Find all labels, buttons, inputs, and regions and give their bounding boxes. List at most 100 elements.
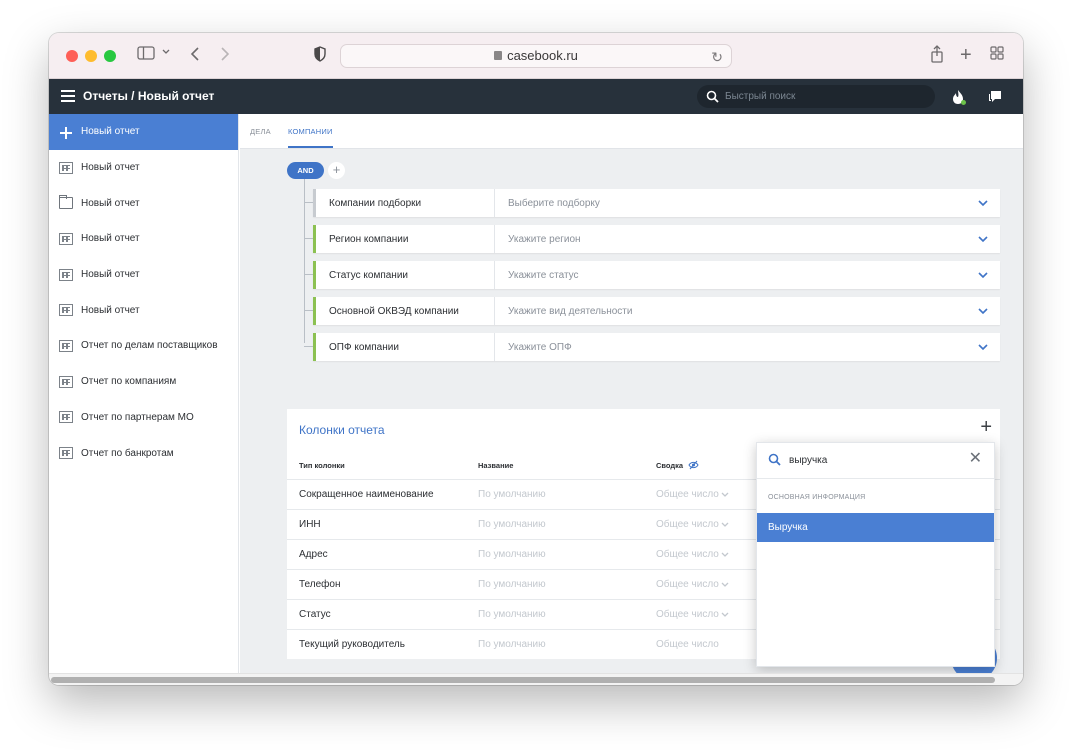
forward-icon[interactable]: [219, 45, 231, 63]
eye-off-icon[interactable]: [688, 460, 699, 470]
chevron-down-icon[interactable]: [978, 307, 988, 315]
chevron-down-icon[interactable]: [978, 343, 988, 351]
condition-select[interactable]: Выберите подборку: [508, 198, 600, 209]
sidebar: Новый отчет Новый отчет Новый отчет Новы…: [49, 114, 239, 673]
column-search-dropdown: ✕ Основная информация Выручка: [756, 442, 995, 667]
quick-search[interactable]: [697, 85, 935, 108]
new-tab-icon[interactable]: +: [960, 45, 972, 65]
sidebar-item-label: Новый отчет: [81, 233, 140, 245]
condition-row[interactable]: Статус компании Укажите статус: [304, 261, 1000, 289]
add-condition-button[interactable]: +: [328, 162, 345, 179]
browser-window: casebook.ru ↻ + Отчеты / Новый отчет Быс…: [49, 33, 1023, 685]
chevron-down-icon[interactable]: [721, 492, 729, 498]
column-summary-select[interactable]: Общее число: [656, 549, 719, 560]
chevron-down-icon[interactable]: [978, 235, 988, 243]
close-icon[interactable]: ✕: [969, 450, 982, 468]
column-summary-select[interactable]: Общее число: [656, 579, 719, 590]
column-name-input[interactable]: По умолчанию: [478, 639, 546, 650]
back-icon[interactable]: [189, 45, 201, 63]
column-header-name: Название: [478, 461, 514, 470]
chevron-down-icon[interactable]: [721, 522, 729, 528]
chevron-down-icon[interactable]: [721, 552, 729, 558]
column-name-input[interactable]: По умолчанию: [478, 489, 546, 500]
building-icon: [59, 339, 73, 352]
lock-icon: [494, 51, 503, 60]
sidebar-item-report[interactable]: Новый отчет: [49, 257, 238, 293]
building-icon: [59, 375, 73, 388]
sidebar-item-label: Новый отчет: [81, 304, 140, 316]
sidebar-item-label: Новый отчет: [81, 162, 140, 174]
sidebar-item-partners-report[interactable]: Отчет по партнерам МО: [49, 400, 238, 436]
condition-label: Основной ОКВЭД компании: [329, 306, 459, 317]
browser-toolbar: casebook.ru ↻ +: [49, 33, 1023, 79]
column-header-type: Тип колонки: [299, 461, 345, 470]
sidebar-toggle-icon[interactable]: [137, 45, 155, 61]
logic-operator-button[interactable]: AND: [287, 162, 324, 179]
sidebar-item-companies-report[interactable]: Отчет по компаниям: [49, 364, 238, 400]
maximize-window-button[interactable]: [104, 50, 116, 62]
condition-tree-line: [304, 179, 305, 343]
address-bar[interactable]: casebook.ru ↻: [340, 44, 732, 68]
building-icon: [59, 411, 73, 424]
condition-label: Статус компании: [329, 270, 408, 281]
column-type: ИНН: [299, 519, 321, 530]
main-content: Дела Компании AND + Компании подборки Вы…: [240, 114, 1023, 681]
column-summary-select[interactable]: Общее число: [656, 639, 719, 650]
chevron-down-icon[interactable]: [978, 199, 988, 207]
close-window-button[interactable]: [66, 50, 78, 62]
condition-row[interactable]: Основной ОКВЭД компании Укажите вид деят…: [304, 297, 1000, 325]
column-type: Адрес: [299, 549, 328, 560]
page-title: Отчеты / Новый отчет: [83, 89, 215, 103]
reload-icon[interactable]: ↻: [711, 46, 723, 68]
app-header: Отчеты / Новый отчет: [49, 79, 1023, 114]
sidebar-item-report[interactable]: Новый отчет: [49, 185, 238, 221]
scrollbar-thumb[interactable]: [51, 677, 995, 683]
building-icon: [59, 268, 73, 281]
plus-icon: [59, 126, 73, 139]
condition-select[interactable]: Укажите регион: [508, 234, 581, 245]
sidebar-item-label: Отчет по компаниям: [81, 376, 177, 388]
sidebar-item-report[interactable]: Новый отчет: [49, 150, 238, 186]
horizontal-scrollbar[interactable]: [49, 673, 1023, 685]
condition-select[interactable]: Укажите вид деятельности: [508, 306, 632, 317]
notifications-fire-icon[interactable]: [951, 88, 967, 106]
chevron-down-icon[interactable]: [978, 271, 988, 279]
minimize-window-button[interactable]: [85, 50, 97, 62]
column-summary-select[interactable]: Общее число: [656, 519, 719, 530]
condition-row[interactable]: Компании подборки Выберите подборку: [304, 189, 1000, 217]
condition-row[interactable]: Регион компании Укажите регион: [304, 225, 1000, 253]
shield-icon[interactable]: [313, 45, 327, 63]
condition-select[interactable]: Укажите ОПФ: [508, 342, 572, 353]
column-search-input[interactable]: [789, 450, 959, 470]
url-text: casebook.ru: [507, 48, 578, 63]
sidebar-item-new-report[interactable]: Новый отчет: [49, 114, 238, 150]
condition-label: ОПФ компании: [329, 342, 399, 353]
sidebar-item-bankrupts-report[interactable]: Отчет по банкротам: [49, 435, 238, 471]
menu-icon[interactable]: [61, 90, 75, 102]
chat-icon[interactable]: [987, 89, 1003, 104]
tab-companies[interactable]: Компании: [288, 127, 333, 148]
quick-search-input[interactable]: [725, 85, 925, 108]
sidebar-item-report[interactable]: Новый отчет: [49, 292, 238, 328]
condition-row[interactable]: ОПФ компании Укажите ОПФ: [304, 333, 1000, 361]
share-icon[interactable]: [930, 45, 944, 63]
sidebar-item-report[interactable]: Новый отчет: [49, 221, 238, 257]
condition-select[interactable]: Укажите статус: [508, 270, 579, 281]
column-name-input[interactable]: По умолчанию: [478, 519, 546, 530]
tab-cases[interactable]: Дела: [250, 127, 271, 136]
tab-overview-icon[interactable]: [989, 45, 1005, 61]
add-column-button[interactable]: +: [980, 417, 992, 437]
chevron-down-icon[interactable]: [161, 47, 171, 57]
column-name-input[interactable]: По умолчанию: [478, 579, 546, 590]
column-type: Сокращенное наименование: [299, 489, 434, 500]
search-icon: [768, 453, 781, 466]
column-summary-select[interactable]: Общее число: [656, 489, 719, 500]
chevron-down-icon[interactable]: [721, 582, 729, 588]
column-name-input[interactable]: По умолчанию: [478, 549, 546, 560]
column-summary-select[interactable]: Общее число: [656, 609, 719, 620]
sidebar-item-suppliers-report[interactable]: Отчет по делам поставщиков: [49, 328, 238, 364]
dropdown-option-revenue[interactable]: Выручка: [757, 513, 994, 542]
tab-bar: Дела Компании: [240, 114, 1023, 149]
chevron-down-icon[interactable]: [721, 612, 729, 618]
column-name-input[interactable]: По умолчанию: [478, 609, 546, 620]
